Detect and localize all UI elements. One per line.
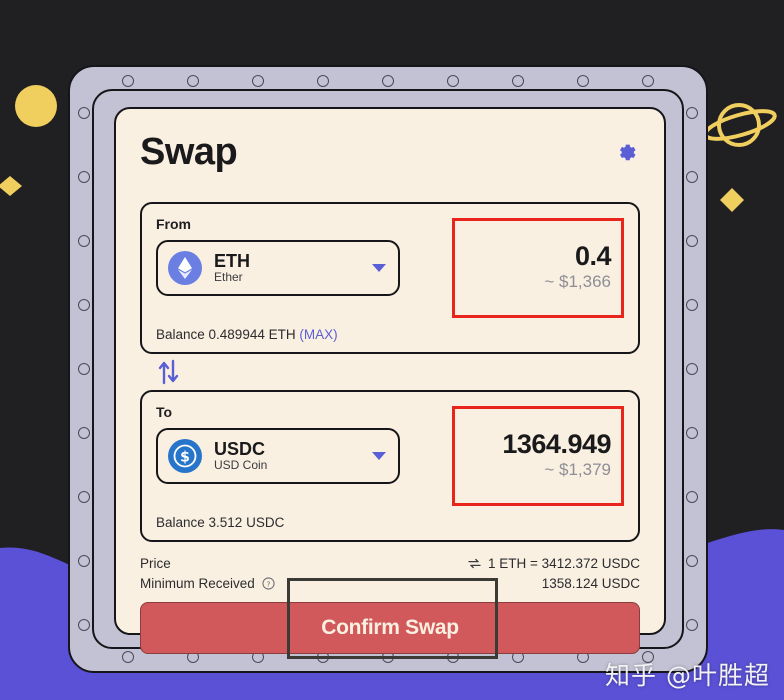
rivet — [78, 235, 90, 247]
rivet — [122, 651, 134, 663]
rivet — [382, 75, 394, 87]
rivet — [686, 555, 698, 567]
swap-card: Swap From ETH Ether 0.4 ~ $1,366 Balance… — [114, 107, 666, 659]
yellow-circle-decoration — [15, 85, 57, 127]
to-balance-text: Balance 3.512 USDC — [156, 515, 285, 530]
price-label-group: Price — [140, 556, 171, 571]
price-row: Price 1 ETH = 3412.372 USDC — [140, 556, 640, 571]
chevron-down-icon — [372, 264, 386, 272]
rivet — [512, 75, 524, 87]
rivet — [78, 427, 90, 439]
page-title: Swap — [140, 131, 238, 173]
minimum-received-label: Minimum Received — [140, 576, 255, 591]
from-amount-field[interactable]: 0.4 ~ $1,366 — [452, 218, 624, 318]
to-balance-row: Balance 3.512 USDC — [156, 515, 624, 530]
rivet — [686, 107, 698, 119]
to-token-select[interactable]: $ USDC USD Coin — [156, 428, 400, 484]
minimum-label-group: Minimum Received ? — [140, 576, 275, 591]
rivet — [686, 363, 698, 375]
ethereum-icon — [168, 251, 202, 285]
rivet — [686, 235, 698, 247]
from-balance-row: Balance 0.489944 ETH (MAX) — [156, 327, 624, 342]
swap-info: Price 1 ETH = 3412.372 USDC Minimum Rece… — [140, 556, 640, 591]
rivet — [78, 491, 90, 503]
rivet — [78, 107, 90, 119]
rivet — [78, 299, 90, 311]
saturn-planet-decoration — [706, 103, 777, 147]
yellow-diamond-decoration-left — [0, 176, 22, 196]
from-token-select[interactable]: ETH Ether — [156, 240, 400, 296]
yellow-diamond-decoration-right — [720, 188, 744, 212]
chevron-down-icon — [372, 452, 386, 460]
svg-text:?: ? — [266, 580, 270, 589]
card-header: Swap — [140, 131, 640, 174]
to-amount-field[interactable]: 1364.949 ~ $1,379 — [452, 406, 624, 506]
to-token-name: USD Coin — [214, 458, 268, 473]
from-token-names: ETH Ether — [214, 251, 372, 285]
exchange-arrows-icon[interactable] — [468, 558, 481, 569]
swap-direction-row — [140, 354, 640, 390]
confirm-swap-button[interactable]: Confirm Swap — [140, 602, 640, 654]
rivet — [577, 75, 589, 87]
price-label: Price — [140, 556, 171, 571]
rivet — [317, 75, 329, 87]
from-token-symbol: ETH — [214, 250, 250, 271]
from-amount-usd: ~ $1,366 — [544, 272, 611, 292]
question-mark-icon[interactable]: ? — [262, 577, 275, 590]
gear-icon[interactable] — [614, 140, 640, 166]
to-token-symbol: USDC — [214, 438, 266, 459]
rivet — [642, 75, 654, 87]
svg-text:$: $ — [180, 449, 190, 465]
from-token-name: Ether — [214, 270, 243, 285]
to-token-names: USDC USD Coin — [214, 439, 372, 473]
rivet — [686, 619, 698, 631]
rivet — [78, 555, 90, 567]
rivet — [447, 75, 459, 87]
rivet — [78, 171, 90, 183]
from-panel: From ETH Ether 0.4 ~ $1,366 Balance 0.48… — [140, 202, 640, 354]
rivet — [686, 299, 698, 311]
device-frame-outer: Swap From ETH Ether 0.4 ~ $1,366 Balance… — [68, 65, 708, 673]
rivet — [187, 75, 199, 87]
rivet — [252, 75, 264, 87]
to-amount-value: 1364.949 — [502, 428, 611, 459]
price-value-group: 1 ETH = 3412.372 USDC — [468, 556, 640, 571]
usd-coin-icon: $ — [168, 439, 202, 473]
rivet — [686, 171, 698, 183]
minimum-received-value: 1358.124 USDC — [541, 576, 640, 591]
to-panel: To $ USDC USD Coin 1364.949 ~ $1,379 Bal… — [140, 390, 640, 542]
from-amount-value: 0.4 — [574, 240, 612, 271]
price-value: 1 ETH = 3412.372 USDC — [488, 556, 640, 571]
to-amount-usd: ~ $1,379 — [544, 460, 611, 480]
rivet — [686, 491, 698, 503]
confirm-area: Confirm Swap — [140, 578, 640, 659]
rivet — [78, 619, 90, 631]
minimum-received-row: Minimum Received ? 1358.124 USDC — [140, 576, 640, 591]
rivet — [686, 427, 698, 439]
watermark: 知乎 @叶胜超 — [605, 661, 770, 690]
rivet — [122, 75, 134, 87]
swap-vertical-arrows-icon[interactable] — [158, 359, 180, 385]
from-balance-text: Balance 0.489944 ETH — [156, 327, 296, 342]
max-link[interactable]: (MAX) — [299, 327, 337, 342]
rivet — [78, 363, 90, 375]
